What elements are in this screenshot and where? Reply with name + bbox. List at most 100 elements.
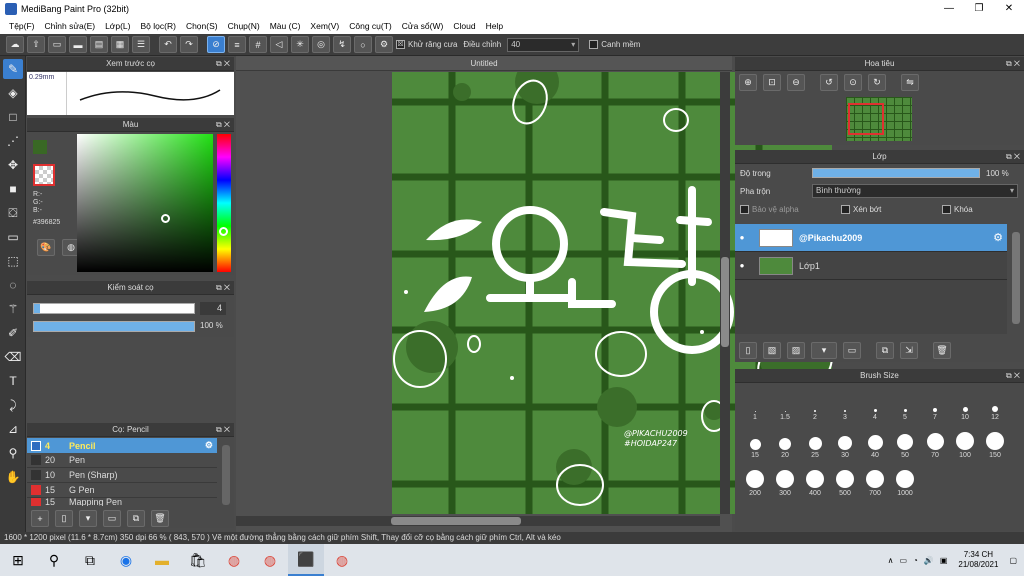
brush-size-option[interactable]: 40 xyxy=(860,423,890,459)
menu-file[interactable]: Tệp(F) xyxy=(4,21,40,31)
brush-item[interactable]: 15 G Pen xyxy=(27,483,217,498)
maximize-button[interactable]: ❐ xyxy=(964,0,994,17)
medibang-icon[interactable]: ⬛ xyxy=(288,544,324,576)
foreground-color-swatch[interactable] xyxy=(33,140,47,154)
new-1bit-layer-icon[interactable]: ▨ xyxy=(787,342,805,359)
merge-layer-icon[interactable]: ⇲ xyxy=(900,342,918,359)
saturation-value-picker[interactable] xyxy=(77,134,213,272)
hue-slider[interactable] xyxy=(217,134,231,272)
new-halftone-layer-icon[interactable]: ▧ xyxy=(763,342,781,359)
list-icon[interactable]: ☰ xyxy=(132,36,150,53)
comment-icon[interactable]: ▭ xyxy=(48,36,66,53)
rotate-right-icon[interactable]: ↻ xyxy=(868,74,886,91)
brush-tool-icon[interactable]: ✎ xyxy=(3,59,23,79)
rect-tool-icon[interactable]: □ xyxy=(3,107,23,127)
menu-cloud[interactable]: Cloud xyxy=(448,21,480,31)
brush-size-value[interactable]: 4 xyxy=(200,302,226,315)
new-layer-icon[interactable]: ▯ xyxy=(739,342,757,359)
layer-menu-icon[interactable]: ▾ xyxy=(811,342,837,359)
rotate-reset-icon[interactable]: ⊙ xyxy=(844,74,862,91)
hand-tool-icon[interactable]: ✋ xyxy=(3,467,23,487)
search-icon[interactable]: ⚲ xyxy=(36,544,72,576)
chat-icon[interactable]: ▬ xyxy=(69,36,87,53)
brush-size-option[interactable]: 5 xyxy=(890,385,920,421)
brush-size-option[interactable]: 50 xyxy=(890,423,920,459)
network-icon[interactable]: ▭ xyxy=(899,556,907,565)
palette-icon[interactable]: 🎨 xyxy=(37,239,55,256)
redo-icon[interactable]: ↷ xyxy=(180,36,198,53)
brush-size-slider[interactable] xyxy=(33,303,195,314)
brush-item[interactable]: 15 Mapping Pen xyxy=(27,498,217,506)
blend-mode-select[interactable]: Bình thường xyxy=(812,184,1018,198)
brush-item[interactable]: 10 Pen (Sharp) xyxy=(27,468,217,483)
visibility-icon[interactable]: ● xyxy=(735,261,749,270)
menu-tools[interactable]: Công cụ(T) xyxy=(344,21,397,31)
brush-size-option[interactable]: 2 xyxy=(800,385,830,421)
grid-icon[interactable]: ▦ xyxy=(111,36,129,53)
zoom-fit-icon[interactable]: ⊡ xyxy=(763,74,781,91)
document-tab[interactable]: Untitled xyxy=(236,56,732,71)
flip-icon[interactable]: ⇋ xyxy=(901,74,919,91)
brush-opacity-slider[interactable] xyxy=(33,321,195,332)
layers-scrollbar[interactable] xyxy=(1012,232,1020,324)
eraser-tool-icon[interactable]: ◈ xyxy=(3,83,23,103)
layer-settings-icon[interactable]: ⚙ xyxy=(993,231,1003,244)
zoom-in-icon[interactable]: ⊕ xyxy=(739,74,757,91)
wifi-icon[interactable]: ◔ xyxy=(913,556,918,565)
protect-alpha-checkbox[interactable]: Bảo vệ alpha xyxy=(740,204,835,214)
panel-close-icon[interactable]: ⧉ ✕ xyxy=(216,57,230,71)
menu-color[interactable]: Màu (C) xyxy=(265,21,306,31)
brush-folder-icon[interactable]: ▭ xyxy=(103,510,121,527)
antialias-checkbox[interactable]: ☒ Khử răng cưa xyxy=(396,40,457,49)
rotate-left-icon[interactable]: ↺ xyxy=(820,74,838,91)
lock-checkbox[interactable]: Khóa xyxy=(942,204,973,214)
brush-size-option[interactable]: 1 xyxy=(740,385,770,421)
brush-menu-icon[interactable]: ▾ xyxy=(79,510,97,527)
menu-view[interactable]: Xem(V) xyxy=(305,21,344,31)
gradient-tool-icon[interactable]: ▭ xyxy=(3,227,23,247)
brush-size-option[interactable]: 7 xyxy=(920,385,950,421)
brush-size-option[interactable]: 700 xyxy=(860,461,890,497)
text-tool-icon[interactable]: T xyxy=(3,371,23,391)
brush-item[interactable]: 20 Pen xyxy=(27,453,217,468)
eyedropper-icon[interactable]: ⚲ xyxy=(3,443,23,463)
snap-settings-icon[interactable]: ⚙ xyxy=(375,36,393,53)
brush-size-option[interactable]: 1.5 xyxy=(770,385,800,421)
background-color-swatch[interactable] xyxy=(33,164,55,186)
menu-edit[interactable]: Chỉnh sửa(E) xyxy=(40,21,101,31)
select-eraser-icon[interactable]: ⌫ xyxy=(3,347,23,367)
task-view-icon[interactable]: ⧉ xyxy=(72,544,108,576)
layer-row[interactable]: ● Lớp1 xyxy=(735,252,1007,280)
page-icon[interactable]: ▤ xyxy=(90,36,108,53)
circle-snap-icon[interactable]: ◎ xyxy=(312,36,330,53)
brush-item[interactable]: 4 Pencil ⚙ xyxy=(27,438,217,453)
menu-layer[interactable]: Lớp(L) xyxy=(100,21,135,31)
brush-size-option[interactable]: 3 xyxy=(830,385,860,421)
select-pen-icon[interactable]: ✐ xyxy=(3,323,23,343)
undo-icon[interactable]: ↶ xyxy=(159,36,177,53)
brush-size-option[interactable]: 500 xyxy=(830,461,860,497)
tray-chevron-icon[interactable]: ∧ xyxy=(888,556,894,565)
layer-row[interactable]: ● @Pikachu2009 ⚙ xyxy=(735,224,1007,252)
canvas-vertical-scrollbar[interactable] xyxy=(720,72,730,514)
clock[interactable]: 7:34 CH 21/08/2021 xyxy=(958,550,998,570)
zoom-out-icon[interactable]: ⊖ xyxy=(787,74,805,91)
volume-icon[interactable]: 🔊 xyxy=(924,556,934,565)
bucket-tool-icon[interactable]: ⛋ xyxy=(3,203,23,223)
start-icon[interactable]: ⊞ xyxy=(0,544,36,576)
language-icon[interactable]: ▣ xyxy=(940,556,948,565)
copy-brush-icon[interactable]: ⧉ xyxy=(127,510,145,527)
brush-size-option[interactable]: 1000 xyxy=(890,461,920,497)
store-icon[interactable]: 🛍 xyxy=(180,544,216,576)
minimize-button[interactable]: — xyxy=(934,0,964,17)
brush-list-scrollbar[interactable] xyxy=(222,445,230,505)
duplicate-layer-icon[interactable]: ⧉ xyxy=(876,342,894,359)
brush-size-option[interactable]: 300 xyxy=(770,461,800,497)
brush-size-option[interactable]: 25 xyxy=(800,423,830,459)
cloud-icon[interactable]: ☁ xyxy=(6,36,24,53)
brush-size-option[interactable]: 70 xyxy=(920,423,950,459)
dot-tool-icon[interactable]: ⋰ xyxy=(3,131,23,151)
notification-icon[interactable]: ▢ xyxy=(1009,556,1017,565)
curve-snap-icon[interactable]: ↯ xyxy=(333,36,351,53)
layer-folder-icon[interactable]: ▭ xyxy=(843,342,861,359)
